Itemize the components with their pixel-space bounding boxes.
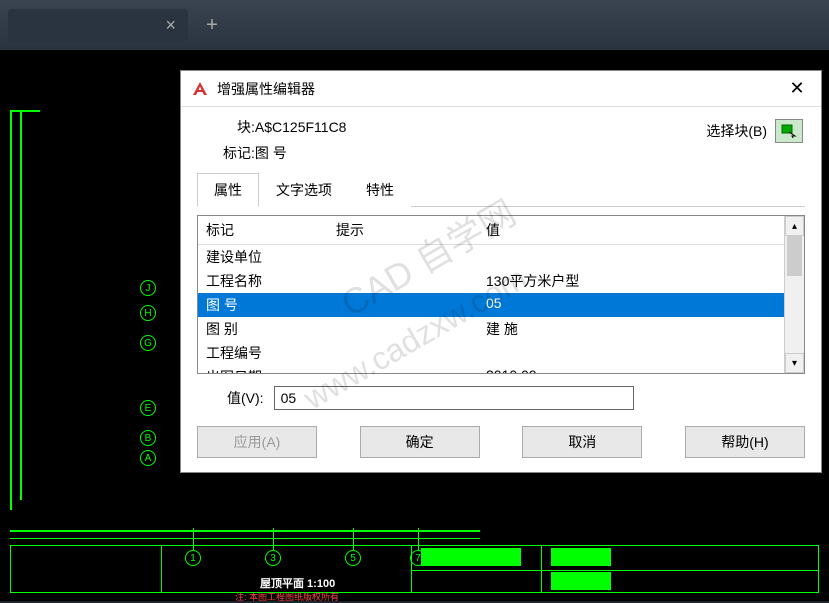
apply-button[interactable]: 应用(A)	[197, 426, 317, 458]
tab-properties[interactable]: 特性	[349, 173, 411, 207]
header-tag[interactable]: 标记	[198, 216, 328, 244]
app-tab[interactable]: ×	[8, 9, 188, 41]
cell-tag: 工程名称	[198, 270, 328, 292]
table-row[interactable]: 工程名称 130平方米户型	[198, 269, 784, 293]
table-row[interactable]: 图 别建 施	[198, 317, 784, 341]
cell-value: 05	[478, 294, 784, 316]
cell-value	[478, 246, 784, 268]
tab-text-options[interactable]: 文字选项	[259, 173, 349, 207]
cell-prompt	[328, 366, 478, 373]
ok-button[interactable]: 确定	[360, 426, 480, 458]
scroll-up-icon[interactable]: ▴	[785, 216, 804, 236]
cell-tag: 图 别	[198, 318, 328, 340]
autocad-icon	[191, 80, 209, 98]
select-block-label: 选择块(B)	[706, 121, 767, 141]
close-button[interactable]: ✕	[783, 75, 811, 103]
tab-attributes[interactable]: 属性	[197, 173, 259, 207]
title-block	[10, 545, 819, 593]
cell-prompt	[328, 246, 478, 268]
grid-marker: B	[140, 430, 156, 446]
cell-tag: 工程编号	[198, 342, 328, 364]
tag-label: 标记:	[223, 143, 255, 163]
attribute-table: 标记 提示 值 建设单位工程名称130平方米户型图 号05图 别建 施工程编号出…	[197, 215, 805, 374]
table-row[interactable]: 图 号 05	[198, 293, 784, 317]
tab-add-button[interactable]: +	[196, 9, 228, 41]
cell-tag: 建设单位	[198, 246, 328, 268]
grid-marker: J	[140, 280, 156, 296]
tab-row: 属性 文字选项 特性	[197, 173, 805, 207]
dialog-titlebar[interactable]: 增强属性编辑器 ✕	[181, 71, 821, 107]
app-tab-bar: × +	[0, 0, 829, 50]
table-row[interactable]: 建设单位	[198, 245, 784, 269]
value-label: 值(V):	[227, 388, 264, 408]
scroll-down-icon[interactable]: ▾	[785, 353, 804, 373]
attribute-editor-dialog: 增强属性编辑器 ✕ 块: A$C125F11C8 标记: 图 号 选择块(B) …	[180, 70, 822, 473]
block-label: 块:	[237, 117, 255, 137]
header-prompt[interactable]: 提示	[328, 216, 478, 244]
grid-marker: A	[140, 450, 156, 466]
cell-prompt	[328, 294, 478, 316]
table-row[interactable]: 出图日期 2010.09	[198, 365, 784, 373]
cell-value: 建 施	[478, 318, 784, 340]
cell-prompt	[328, 270, 478, 292]
cell-value	[478, 342, 784, 364]
select-icon	[781, 124, 797, 138]
grid-marker: G	[140, 335, 156, 351]
tag-value: 图 号	[255, 143, 287, 163]
tab-close-icon[interactable]: ×	[165, 15, 176, 36]
grid-marker: E	[140, 400, 156, 416]
cell-value: 130平方米户型	[478, 270, 784, 292]
select-block-button[interactable]	[775, 119, 803, 143]
scrollbar[interactable]: ▴ ▾	[784, 216, 804, 373]
cell-tag: 出图日期	[198, 366, 328, 373]
value-input[interactable]	[274, 386, 634, 410]
table-row[interactable]: 工程编号	[198, 341, 784, 365]
cell-prompt	[328, 342, 478, 364]
table-header: 标记 提示 值	[198, 216, 784, 245]
grid-marker: H	[140, 305, 156, 321]
dialog-title: 增强属性编辑器	[217, 79, 783, 99]
table-body: 建设单位工程名称 130平方米户型图 号 05 图 别 建 施工程编号出图日期 2010.…	[198, 245, 784, 373]
help-button[interactable]: 帮助(H)	[685, 426, 805, 458]
header-value[interactable]: 值	[478, 216, 784, 244]
cell-prompt	[328, 318, 478, 340]
scroll-thumb[interactable]	[787, 236, 802, 276]
cell-value: 2010.09	[478, 366, 784, 373]
block-name: A$C125F11C8	[255, 119, 347, 135]
cell-tag: 图 号	[198, 294, 328, 316]
cancel-button[interactable]: 取消	[522, 426, 642, 458]
